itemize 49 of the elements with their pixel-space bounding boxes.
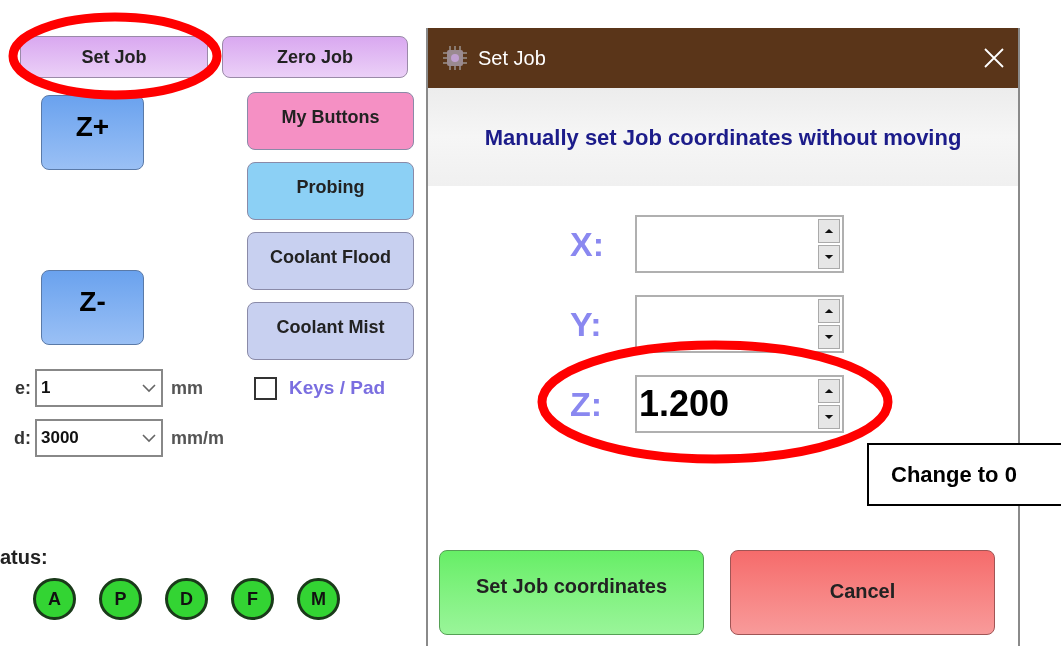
dropdown[interactable]: 3000 xyxy=(35,419,163,457)
callout-note: Change to 0 xyxy=(867,443,1061,506)
status-indicator: F xyxy=(231,578,274,620)
side-button[interactable]: My Buttons xyxy=(247,92,414,150)
spin-button[interactable] xyxy=(818,299,840,323)
field-label: d: xyxy=(13,426,32,450)
axis-label: Y: xyxy=(570,303,603,345)
spin-button[interactable] xyxy=(818,219,840,243)
spin-button[interactable] xyxy=(818,405,840,429)
unit-label: mm/m xyxy=(171,426,225,450)
triangle-icon xyxy=(824,387,834,395)
dropdown[interactable]: 1 xyxy=(35,369,163,407)
side-button[interactable]: Probing xyxy=(247,162,414,220)
number-field[interactable] xyxy=(635,215,844,273)
dialog-heading: Manually set Job coordinates without moving xyxy=(484,123,962,152)
triangle-icon xyxy=(824,227,834,235)
status-indicator: A xyxy=(33,578,76,620)
checkbox[interactable] xyxy=(254,376,277,400)
triangle-icon xyxy=(824,413,834,421)
status-indicator: M xyxy=(297,578,340,620)
job-button[interactable]: Set Job xyxy=(20,36,208,78)
dialog-button[interactable]: Set Job coordinates xyxy=(439,550,704,635)
axis-label: X: xyxy=(570,223,605,265)
dialog-button[interactable]: Cancel xyxy=(730,550,995,635)
jog-button[interactable]: Z+ xyxy=(41,95,144,170)
field-label: e: xyxy=(14,376,32,400)
checkbox-label: Keys / Pad xyxy=(289,375,386,400)
status-label: atus: xyxy=(0,545,49,569)
triangle-icon xyxy=(824,253,834,261)
close-icon[interactable] xyxy=(984,48,1004,68)
job-button[interactable]: Zero Job xyxy=(222,36,408,78)
side-button[interactable]: Coolant Flood xyxy=(247,232,414,290)
spin-button[interactable] xyxy=(818,379,840,403)
chip-icon xyxy=(442,45,468,71)
chevron-icon xyxy=(141,433,157,443)
unit-label: mm xyxy=(171,376,204,400)
axis-label: Z: xyxy=(570,383,604,425)
side-button[interactable]: Coolant Mist xyxy=(247,302,414,360)
number-field[interactable]: 1.200 xyxy=(635,375,844,433)
field-value: 1.200 xyxy=(639,382,730,426)
status-indicator: D xyxy=(165,578,208,620)
spin-button[interactable] xyxy=(818,245,840,269)
triangle-icon xyxy=(824,307,834,315)
triangle-icon xyxy=(824,333,834,341)
window-title: Set Job xyxy=(478,46,547,71)
status-indicator: P xyxy=(99,578,142,620)
chevron-icon xyxy=(141,383,157,393)
jog-button[interactable]: Z- xyxy=(41,270,144,345)
spin-button[interactable] xyxy=(818,325,840,349)
